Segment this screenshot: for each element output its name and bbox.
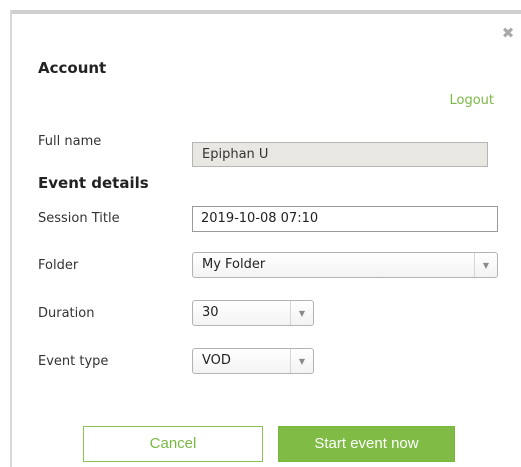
duration-select-value: 30 <box>202 305 219 320</box>
event-details-heading: Event details <box>38 174 149 192</box>
session-title-label: Session Title <box>38 211 120 226</box>
event-type-select-value: VOD <box>202 353 231 368</box>
folder-select-value: My Folder <box>202 257 266 272</box>
session-title-input[interactable]: 2019-10-08 07:10 <box>192 206 498 232</box>
event-type-label: Event type <box>38 354 109 369</box>
full-name-label: Full name <box>38 134 102 149</box>
duration-label: Duration <box>38 306 95 321</box>
duration-select[interactable]: 30 ▼ <box>192 300 314 326</box>
folder-label: Folder <box>38 258 79 273</box>
close-icon[interactable]: ✖ <box>501 26 515 41</box>
folder-select[interactable]: My Folder ▼ <box>192 252 498 278</box>
chevron-down-icon: ▼ <box>474 253 497 277</box>
account-heading: Account <box>38 59 107 77</box>
screen: ✖ Account Logout Full name Epiphan U Eve… <box>0 0 521 467</box>
chevron-down-icon: ▼ <box>290 301 313 325</box>
chevron-down-icon: ▼ <box>290 349 313 373</box>
start-event-dialog: ✖ Account Logout Full name Epiphan U Eve… <box>12 14 521 467</box>
start-event-now-button[interactable]: Start event now <box>278 426 455 462</box>
cancel-button[interactable]: Cancel <box>83 426 263 462</box>
full-name-field: Epiphan U <box>192 142 488 167</box>
event-type-select[interactable]: VOD ▼ <box>192 348 314 374</box>
logout-link[interactable]: Logout <box>449 93 494 108</box>
